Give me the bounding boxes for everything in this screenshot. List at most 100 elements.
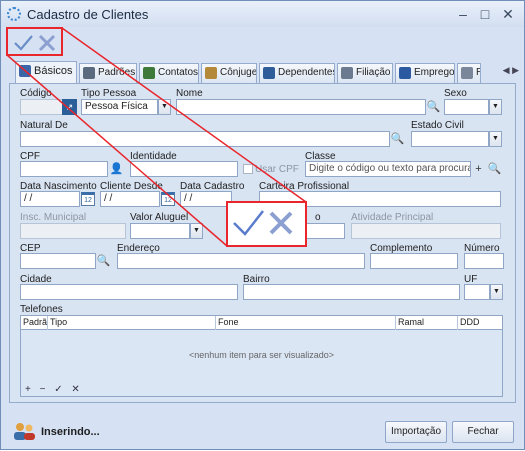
carteira-field[interactable] (259, 191, 501, 207)
tab-more[interactable]: R (457, 63, 481, 83)
data-cadastro-field[interactable]: / / (180, 191, 232, 207)
tab-label: R (476, 67, 480, 78)
insc-municipal-field (20, 223, 126, 239)
tab-label: Cônjuge (220, 67, 257, 78)
classe-field[interactable]: Digite o código ou texto para procura (305, 161, 471, 177)
toolbar (1, 27, 524, 59)
tab-filiacao[interactable]: Filiação (337, 63, 393, 83)
cidade-field[interactable] (20, 284, 238, 300)
estado-civil-dropdown-icon[interactable]: ▼ (489, 131, 502, 147)
nome-field[interactable] (176, 99, 426, 115)
insc-municipal-label: Insc. Municipal (20, 212, 87, 223)
minimize-icon[interactable]: – (454, 5, 472, 23)
add-icon[interactable]: + (471, 161, 486, 177)
contacts-icon (143, 67, 155, 79)
window-title: Cadastro de Clientes (27, 7, 149, 22)
usar-cpf-checkbox[interactable] (243, 164, 253, 174)
endereco-field[interactable] (117, 253, 365, 269)
cliente-desde-field[interactable]: / / (100, 191, 160, 207)
users-icon (14, 423, 35, 440)
title-bar: Cadastro de Clientes (1, 1, 524, 27)
partial-label: o (315, 212, 321, 223)
codigo-link-icon[interactable]: ↗ (62, 99, 77, 115)
valor-aluguel-label: Valor Aluguel (130, 212, 189, 223)
cancel-x-icon[interactable] (35, 31, 59, 55)
complemento-field[interactable] (370, 253, 458, 269)
identidade-field[interactable] (130, 161, 238, 177)
tab-basicos[interactable]: Básicos (15, 61, 77, 84)
tab-label: Dependentes (278, 67, 335, 78)
cep-field[interactable] (20, 253, 96, 269)
usar-cpf-label: Usar CPF (255, 164, 299, 175)
search-icon[interactable]: 🔍 (96, 253, 111, 269)
estado-civil-label: Estado Civil (411, 120, 464, 131)
tab-label: Contatos (158, 67, 199, 78)
sexo-label: Sexo (444, 88, 467, 99)
tab-conjuge[interactable]: Cônjuge (201, 63, 257, 83)
calendar-icon[interactable]: 12 (161, 192, 175, 206)
parents-icon (341, 67, 353, 79)
tab-scroll-arrows[interactable]: ◀ ▶ (503, 65, 519, 76)
cpf-field[interactable] (20, 161, 108, 177)
grid-empty-message: <nenhum item para ser visualizado> (188, 350, 335, 360)
estado-civil-select[interactable] (411, 131, 489, 147)
partial-field[interactable] (291, 223, 345, 239)
valor-aluguel-field[interactable] (130, 223, 190, 239)
tab-label: Básicos (34, 65, 73, 77)
search-icon[interactable]: 🔍 (390, 131, 405, 147)
atividade-label: Atividade Principal (351, 212, 434, 223)
tipo-pessoa-dropdown-icon[interactable]: ▼ (158, 99, 171, 115)
spouse-icon (205, 67, 217, 79)
col-fone[interactable]: Fone (216, 316, 396, 330)
col-tipo[interactable]: Tipo (48, 316, 216, 330)
col-padrao[interactable]: Padrã (21, 316, 48, 330)
valor-aluguel-dropdown-icon[interactable]: ▼ (190, 223, 203, 239)
natural-de-label: Natural De (20, 120, 68, 131)
client-register-window: Cadastro de Clientes Básicos Padrões Con… (0, 0, 525, 450)
data-nascimento-field[interactable]: / / (20, 191, 80, 207)
atividade-field (351, 223, 501, 239)
user-icon[interactable]: 👤 (109, 161, 124, 177)
briefcase-icon (399, 67, 411, 79)
fechar-button[interactable]: Fechar (452, 421, 514, 443)
tag-icon (19, 65, 31, 77)
app-icon (7, 7, 21, 21)
calendar-icon[interactable]: 12 (81, 192, 95, 206)
maximize-icon[interactable]: □ (476, 5, 494, 23)
telefones-label: Telefones (20, 304, 63, 315)
more-icon (461, 67, 473, 79)
list-icon (83, 67, 95, 79)
search-icon[interactable]: 🔍 (487, 161, 502, 177)
uf-dropdown-icon[interactable]: ▼ (490, 284, 503, 300)
close-icon[interactable]: ✕ (499, 5, 517, 23)
grid-header: Padrã Tipo Fone Ramal DDD (21, 316, 502, 330)
tab-padroes[interactable]: Padrões (79, 63, 137, 83)
tab-label: Filiação (356, 67, 391, 78)
tab-contatos[interactable]: Contatos (139, 63, 199, 83)
status-text: Inserindo... (41, 426, 100, 438)
tipo-pessoa-label: Tipo Pessoa (81, 88, 137, 99)
tab-label: Emprego (414, 67, 455, 78)
codigo-label: Código (20, 88, 52, 99)
grid-navigator[interactable]: + − ✓ ✕ (25, 384, 83, 395)
telefones-grid[interactable]: Padrã Tipo Fone Ramal DDD <nenhum item p… (20, 315, 503, 397)
tab-label: Padrões (98, 67, 136, 78)
dependents-icon (263, 67, 275, 79)
codigo-field[interactable] (20, 99, 68, 115)
numero-field[interactable] (464, 253, 504, 269)
tab-dependentes[interactable]: Dependentes (259, 63, 335, 83)
col-ddd[interactable]: DDD (458, 316, 502, 330)
nome-label: Nome (176, 88, 203, 99)
confirm-check-icon[interactable] (11, 31, 35, 55)
bairro-field[interactable] (243, 284, 460, 300)
search-icon[interactable]: 🔍 (426, 99, 441, 115)
tab-emprego[interactable]: Emprego (395, 63, 455, 83)
tab-strip: Básicos Padrões Contatos Cônjuge Depende… (9, 61, 519, 84)
natural-de-field[interactable] (20, 131, 390, 147)
tipo-pessoa-select[interactable]: Pessoa Física (81, 99, 158, 115)
col-ramal[interactable]: Ramal (396, 316, 458, 330)
sexo-select[interactable] (444, 99, 489, 115)
importacao-button[interactable]: Importação (385, 421, 447, 443)
uf-select[interactable] (464, 284, 490, 300)
sexo-dropdown-icon[interactable]: ▼ (489, 99, 502, 115)
